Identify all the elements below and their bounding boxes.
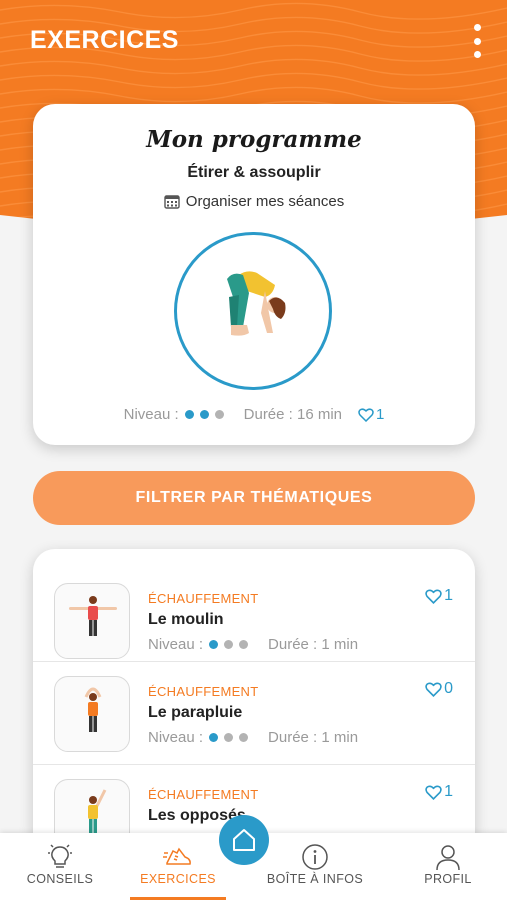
likes-count: 1	[376, 406, 385, 423]
likes[interactable]: 1	[358, 406, 384, 423]
exercise-thumbnail	[54, 583, 130, 659]
likes-count: 1	[444, 587, 453, 604]
nav-item-profil[interactable]: PROFIL	[405, 833, 491, 900]
exercise-meta: Niveau : Durée : 1 min	[148, 729, 358, 746]
home-icon	[233, 829, 255, 851]
level-label: Niveau :	[148, 636, 204, 653]
program-illustration	[174, 232, 332, 390]
nav-item-exercices[interactable]: EXERCICES	[130, 833, 226, 900]
exercise-name: Le parapluie	[148, 704, 243, 721]
exercise-category: ÉCHAUFFEMENT	[148, 787, 259, 802]
likes[interactable]: 1	[425, 587, 453, 605]
exercise-name: Le moulin	[148, 611, 224, 628]
level-dot	[209, 733, 219, 742]
program-title: Mon programme	[146, 126, 362, 153]
more-vertical-icon[interactable]	[471, 24, 483, 58]
likes[interactable]: 0	[425, 680, 453, 698]
list-item[interactable]: ÉCHAUFFEMENT Le parapluie Niveau : Durée…	[33, 662, 475, 765]
program-subtitle: Étirer & assouplir	[187, 164, 321, 181]
organize-label: Organiser mes séances	[185, 193, 345, 210]
list-item[interactable]: ÉCHAUFFEMENT Le moulin Niveau : Durée : …	[33, 559, 475, 662]
level-dot	[184, 410, 194, 419]
duration-label: Durée : 16 min	[243, 406, 343, 423]
program-meta: Niveau : Durée : 16 min 1	[33, 406, 475, 423]
heart-icon	[425, 682, 442, 697]
exercise-thumbnail	[54, 676, 130, 752]
nav-label: CONSEILS	[26, 872, 94, 886]
heart-icon	[425, 785, 442, 800]
level-dot	[199, 410, 209, 419]
exercise-meta: Niveau : Durée : 1 min	[148, 636, 358, 653]
sneaker-icon	[163, 847, 191, 865]
heart-icon	[425, 589, 442, 604]
nav-item-boite-a-infos[interactable]: BOÎTE À INFOS	[255, 833, 375, 900]
exercise-category: ÉCHAUFFEMENT	[148, 684, 259, 699]
level-label: Niveau :	[148, 729, 204, 746]
home-button[interactable]	[219, 815, 269, 865]
level-dot	[224, 733, 234, 742]
level-dot	[239, 733, 249, 742]
exercise-list: ÉCHAUFFEMENT Le moulin Niveau : Durée : …	[33, 549, 475, 849]
user-icon	[436, 845, 460, 871]
heart-icon	[358, 407, 374, 422]
level-dot	[214, 410, 224, 419]
filter-themes-button[interactable]: FILTRER PAR THÉMATIQUES	[33, 471, 475, 525]
program-card[interactable]: Mon programme Étirer & assouplir Organis…	[33, 104, 475, 445]
likes-count: 0	[444, 680, 453, 697]
level-dot	[224, 640, 234, 649]
level-dot	[209, 640, 219, 649]
forward-bend-figure-icon	[227, 271, 286, 336]
duration-label: Durée : 1 min	[268, 729, 359, 746]
info-icon	[302, 844, 328, 870]
nav-label: PROFIL	[424, 872, 472, 886]
page-title: EXERCICES	[30, 26, 179, 54]
level-label: Niveau :	[123, 406, 179, 423]
arms-overhead-figure-icon	[84, 687, 102, 732]
nav-label: EXERCICES	[140, 872, 216, 886]
level-dot	[239, 640, 249, 649]
nav-label: BOÎTE À INFOS	[266, 872, 364, 886]
likes-count: 1	[444, 783, 453, 800]
organize-sessions-link[interactable]: Organiser mes séances	[33, 193, 475, 210]
arms-out-figure-icon	[69, 596, 117, 636]
likes[interactable]: 1	[425, 783, 453, 801]
exercise-category: ÉCHAUFFEMENT	[148, 591, 259, 606]
nav-item-conseils[interactable]: CONSEILS	[10, 833, 110, 900]
lightbulb-icon	[48, 844, 72, 868]
duration-label: Durée : 1 min	[268, 636, 359, 653]
calendar-icon	[164, 195, 180, 209]
